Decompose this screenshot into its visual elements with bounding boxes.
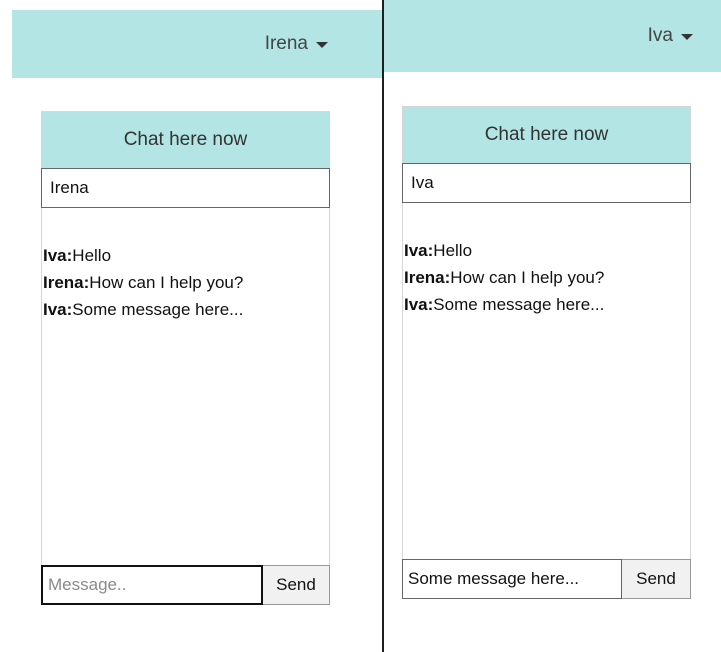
message-item: Irena:How can I help you?: [404, 264, 690, 291]
username-input[interactable]: [41, 168, 330, 208]
user-menu-label: Irena: [264, 33, 308, 54]
message-text: Hello: [72, 246, 112, 265]
user-menu-dropdown[interactable]: Irena: [265, 33, 328, 55]
message-text: Some message here...: [72, 300, 244, 319]
message-input[interactable]: [402, 559, 622, 599]
chat-header: Chat here now: [42, 112, 329, 168]
message-list: Iva:Hello Irena:How can I help you? Iva:…: [42, 208, 329, 323]
navbar: Irena: [12, 10, 382, 78]
message-author: Iva:: [43, 246, 73, 265]
message-text: How can I help you?: [450, 268, 605, 287]
user-menu-label: Iva: [647, 25, 673, 46]
message-item: Iva:Some message here...: [404, 291, 690, 318]
user-menu-dropdown[interactable]: Iva: [648, 25, 693, 47]
navbar: Iva: [384, 0, 721, 72]
message-author: Irena:: [404, 268, 451, 287]
message-author: Iva:: [404, 295, 434, 314]
chat-panel: Chat here now Iva:Hello Irena:How can I …: [402, 106, 691, 599]
caret-down-icon: [316, 42, 328, 48]
username-input[interactable]: [402, 163, 691, 203]
message-item: Irena:How can I help you?: [43, 269, 329, 296]
message-author: Iva:: [404, 241, 434, 260]
message-list: Iva:Hello Irena:How can I help you? Iva:…: [403, 203, 690, 318]
message-item: Iva:Hello: [404, 237, 690, 264]
message-input[interactable]: [41, 565, 263, 605]
chat-panel: Chat here now Iva:Hello Irena:How can I …: [41, 111, 330, 605]
send-button[interactable]: Send: [263, 565, 330, 605]
message-text: How can I help you?: [89, 273, 244, 292]
message-item: Iva:Hello: [43, 242, 329, 269]
left-window: Irena Chat here now Iva:Hello Irena:How …: [0, 0, 382, 652]
caret-down-icon: [681, 34, 693, 40]
chat-header: Chat here now: [403, 107, 690, 163]
right-window: Iva Chat here now Iva:Hello Irena:How ca…: [384, 0, 721, 652]
message-composer: Send: [402, 559, 691, 599]
message-item: Iva:Some message here...: [43, 296, 329, 323]
message-composer: Send: [41, 565, 330, 605]
message-author: Irena:: [43, 273, 90, 292]
send-button[interactable]: Send: [622, 559, 691, 599]
message-text: Some message here...: [433, 295, 605, 314]
message-text: Hello: [433, 241, 473, 260]
message-author: Iva:: [43, 300, 73, 319]
